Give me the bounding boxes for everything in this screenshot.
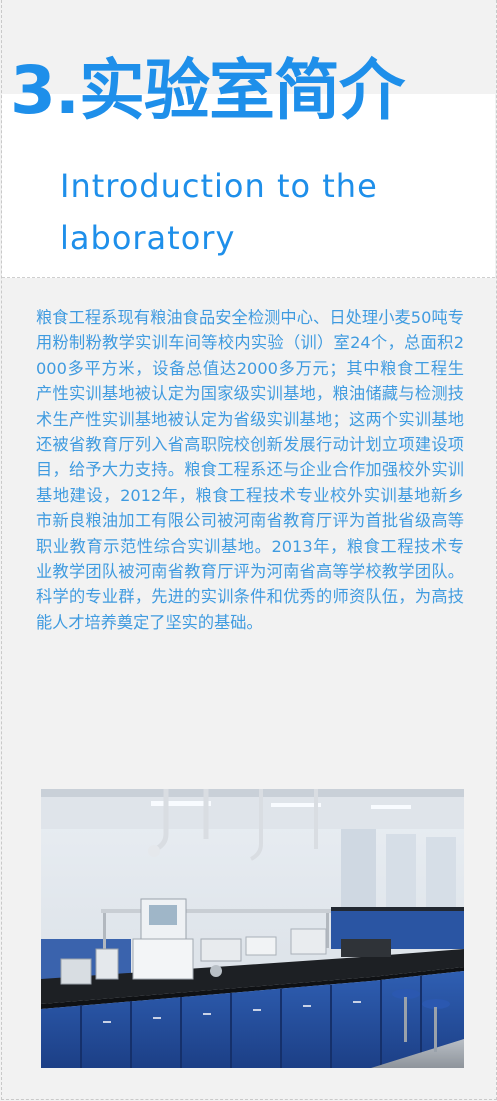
laboratory-photo <box>41 789 464 1068</box>
section-title: 3.实验室简介 <box>10 52 405 129</box>
intro-paragraph: 粮食工程系现有粮油食品安全检测中心、日处理小麦50吨专用粉制粉教学实训车间等校内… <box>36 308 464 632</box>
section-subtitle: Introduction to the laboratory <box>60 167 378 257</box>
divider <box>2 277 495 278</box>
